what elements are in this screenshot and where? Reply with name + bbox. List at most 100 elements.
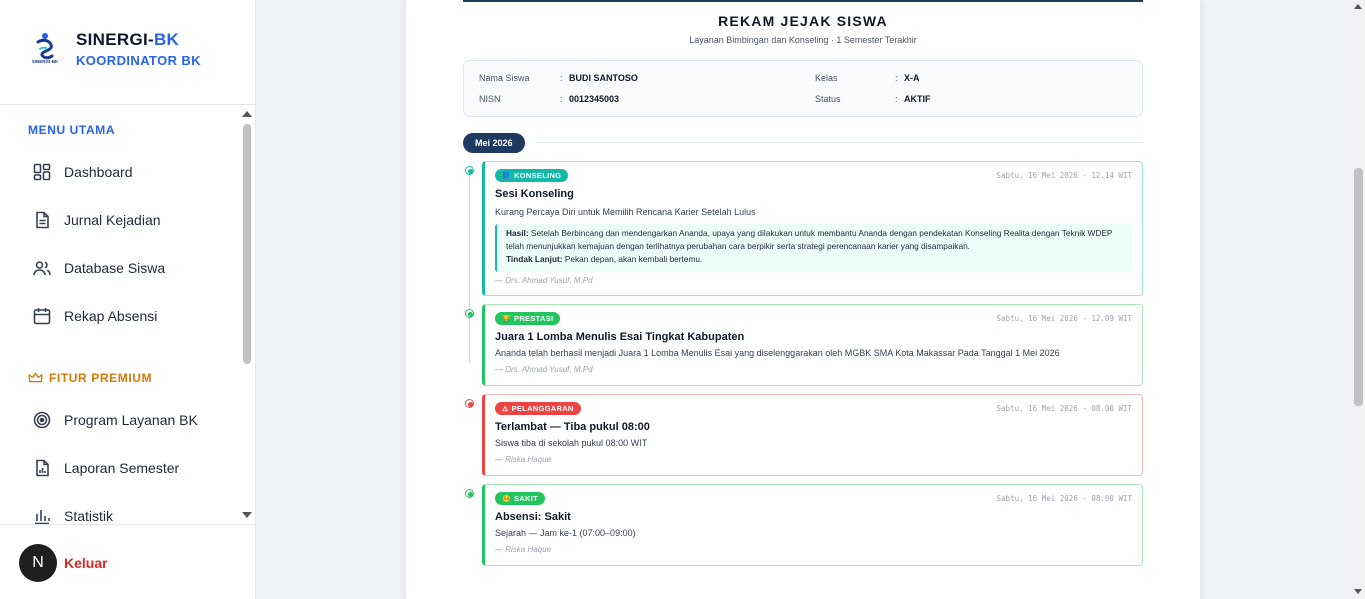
target-icon <box>33 411 51 429</box>
scroll-up-arrow-icon[interactable] <box>1354 4 1362 9</box>
entry-title: Sesi Konseling <box>495 188 574 200</box>
timeline-dot <box>465 399 474 408</box>
tindak-lanjut-text: Pekan depan, akan kembali bertemu. <box>564 254 703 264</box>
entry-description: Sejarah — Jam ke-1 (07:00–09:00) <box>495 528 636 538</box>
entry-author: — Drs. Ahmad Yusuf, M.Pd <box>495 276 593 285</box>
sidebar-item-label: Database Siswa <box>64 260 166 276</box>
report-subtitle: Layanan Bimbingan dan Konseling · 1 Seme… <box>689 35 917 45</box>
entry-title: Terlambat — Tiba pukul 08:00 <box>495 421 650 433</box>
bar-chart-icon <box>35 510 50 524</box>
hasil-label: Hasil: <box>506 228 529 238</box>
entry-author: — Riska Haque <box>495 455 552 464</box>
sick-face-icon: 🤒 <box>502 495 512 503</box>
sidebar: SINERGI-BK SINERGI-BK KOORDINATOR BK MEN… <box>0 0 256 599</box>
colon: : <box>895 73 898 83</box>
report-title: REKAM JEJAK SISWA <box>718 13 888 29</box>
timeline-card-konseling: 📘 KONSELING Sabtu, 16 Mei 2026 - 12.14 WI… <box>482 161 1143 296</box>
scroll-down-arrow-icon[interactable] <box>242 512 252 518</box>
timeline-card-prestasi: 🏆 PRESTASI Sabtu, 16 Mei 2026 - 12.09 WIT… <box>482 304 1143 386</box>
scroll-up-arrow-icon[interactable] <box>242 111 252 117</box>
entry-description: Siswa tiba di sekolah pukul 08:00 WIT <box>495 438 648 448</box>
sidebar-item-program-layanan-bk[interactable]: Program Layanan BK <box>0 400 240 440</box>
student-name: BUDI SANTOSO <box>569 73 638 83</box>
entry-title: Absensi: Sakit <box>495 511 571 523</box>
sidebar-item-label: Laporan Semester <box>64 460 180 476</box>
tindak-lanjut-label: Tindak Lanjut: <box>506 254 563 264</box>
avatar[interactable]: N <box>19 544 57 582</box>
document-icon <box>36 211 49 229</box>
entry-timestamp: Sabtu, 16 Mei 2026 - 08.00 WIT <box>996 404 1132 413</box>
sidebar-item-label: Dashboard <box>64 164 133 180</box>
timeline-card-pelanggaran: ⚠ PELANGGARAN Sabtu, 16 Mei 2026 - 08.00 … <box>482 394 1143 476</box>
timeline-dot <box>465 489 474 498</box>
entry-result-box: Hasil: Setelah Berbincang dan mendengark… <box>495 224 1132 272</box>
badge-sakit: 🤒 SAKIT <box>495 492 546 505</box>
menu-section-main: MENU UTAMA <box>28 123 116 137</box>
student-class: X-A <box>904 73 920 83</box>
student-info-box: Nama Siswa : BUDI SANTOSO NISN : 0012345… <box>463 60 1143 117</box>
report-page: REKAM JEJAK SISWA Layanan Bimbingan dan … <box>406 0 1200 599</box>
logout-area: N Keluar <box>0 524 256 599</box>
sidebar-item-dashboard[interactable]: Dashboard <box>0 152 240 192</box>
trophy-icon: 🏆 <box>502 315 512 323</box>
scroll-down-arrow-icon[interactable] <box>1354 589 1362 594</box>
name-label: Nama Siswa <box>479 73 530 83</box>
sidebar-item-laporan-semester[interactable]: Laporan Semester <box>0 448 240 488</box>
hasil-text: Setelah Berbincang dan mendengarkan Anan… <box>506 228 1113 251</box>
nisn-label: NISN <box>479 94 501 104</box>
brand-title: SINERGI-BK <box>76 30 180 49</box>
sidebar-item-label: Rekap Absensi <box>64 308 158 324</box>
timeline-card-sakit: 🤒 SAKIT Sabtu, 16 Mei 2026 - 08.00 WIT Ab… <box>482 484 1143 566</box>
brand-role: KOORDINATOR BK <box>76 53 202 68</box>
page-scrollbar[interactable] <box>1352 0 1365 599</box>
status-label: Status <box>815 94 841 104</box>
timeline-dot <box>465 166 474 175</box>
menu-section-premium: FITUR PREMIUM <box>28 371 152 385</box>
page-scrollbar-thumb[interactable] <box>1354 168 1363 406</box>
sidebar-item-label: Program Layanan BK <box>64 412 198 428</box>
entry-description: Ananda telah berhasil menjadi Juara 1 Lo… <box>495 348 1060 358</box>
badge-prestasi: 🏆 PRESTASI <box>495 312 561 325</box>
calendar-icon <box>33 308 51 325</box>
main-content: REKAM JEJAK SISWA Layanan Bimbingan dan … <box>256 0 1352 599</box>
sidebar-item-rekap-absensi[interactable]: Rekap Absensi <box>0 296 240 336</box>
badge-pelanggaran: ⚠ PELANGGARAN <box>495 402 581 415</box>
class-label: Kelas <box>815 73 838 83</box>
sidebar-menu: MENU UTAMA Dashboard Jurnal Kejadian Dat… <box>0 106 240 524</box>
crown-icon <box>28 372 43 383</box>
entry-author: — Drs. Ahmad Yusuf, M.Pd <box>495 365 593 374</box>
sidebar-item-statistik[interactable]: Statistik <box>0 496 240 524</box>
warning-icon: ⚠ <box>502 405 509 413</box>
users-icon <box>33 261 51 276</box>
sidebar-item-database-siswa[interactable]: Database Siswa <box>0 248 240 288</box>
book-icon: 📘 <box>502 172 512 180</box>
colon: : <box>560 94 563 104</box>
brand-header: SINERGI-BK SINERGI-BK KOORDINATOR BK <box>0 0 256 105</box>
badge-konseling: 📘 KONSELING <box>495 169 569 182</box>
entry-timestamp: Sabtu, 16 Mei 2026 - 08.00 WIT <box>996 494 1132 503</box>
sidebar-item-label: Jurnal Kejadian <box>64 212 161 228</box>
page-top-divider <box>463 0 1143 2</box>
sinergi-bk-logo: SINERGI-BK <box>32 33 59 64</box>
logout-button[interactable]: Keluar <box>64 555 108 571</box>
month-divider <box>536 142 1143 143</box>
sidebar-scrollbar[interactable] <box>240 106 254 524</box>
student-status: AKTIF <box>904 94 931 104</box>
timeline-dot <box>465 309 474 318</box>
report-icon <box>36 459 49 477</box>
timeline-line <box>469 170 470 363</box>
dashboard-icon <box>33 163 51 181</box>
colon: : <box>895 94 898 104</box>
colon: : <box>560 73 563 83</box>
sidebar-item-label: Statistik <box>64 508 114 524</box>
entry-title: Juara 1 Lomba Menulis Esai Tingkat Kabup… <box>495 331 745 343</box>
entry-author: — Riska Haque <box>495 545 552 554</box>
month-badge: Mei 2026 <box>463 133 525 153</box>
entry-timestamp: Sabtu, 16 Mei 2026 - 12.14 WIT <box>996 171 1132 180</box>
student-nisn: 0012345003 <box>569 94 620 104</box>
entry-description: Kurang Percaya Diri untuk Memilih Rencan… <box>495 207 756 217</box>
entry-timestamp: Sabtu, 16 Mei 2026 - 12.09 WIT <box>996 314 1132 323</box>
svg-text:SINERGI-BK: SINERGI-BK <box>32 59 59 64</box>
sidebar-item-jurnal-kejadian[interactable]: Jurnal Kejadian <box>0 200 240 240</box>
sidebar-scrollbar-thumb[interactable] <box>243 124 251 364</box>
